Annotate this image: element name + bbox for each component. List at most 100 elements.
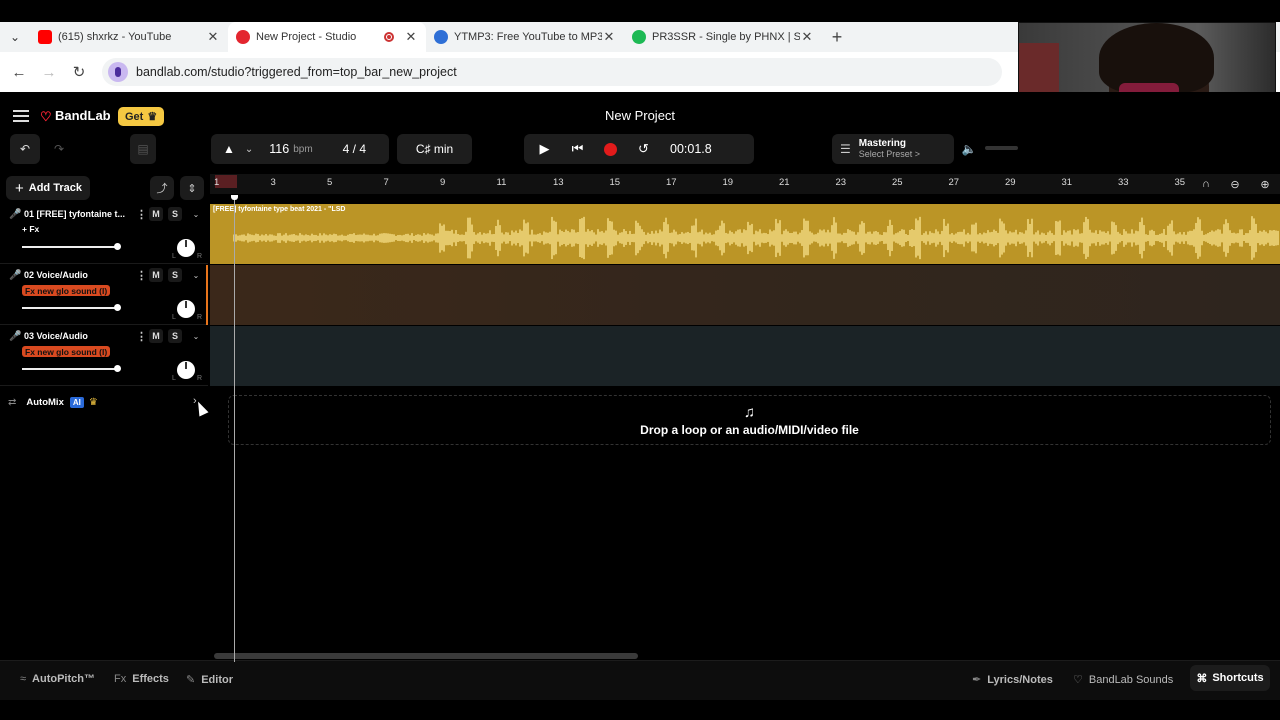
drop-zone[interactable]: ♫ Drop a loop or an audio/MIDI/video fil…	[228, 395, 1271, 445]
close-icon[interactable]: ✕	[206, 29, 220, 45]
track-options-icon[interactable]: ⋮	[136, 269, 147, 282]
ruler-tick-label: 9	[440, 177, 446, 188]
bandlab-logo[interactable]: ♡ BandLab	[40, 108, 111, 124]
zoom-in-icon[interactable]: ⊕	[1255, 174, 1275, 194]
new-tab-button[interactable]: +	[822, 22, 852, 52]
volume-icon[interactable]: 🔈	[960, 134, 978, 164]
track-header[interactable]: 🎤 03 Voice/Audio ⋮ M S ⌄ Fx new glo soun…	[0, 326, 208, 386]
pan-left-label: L	[172, 375, 176, 382]
add-music-icon: ♫	[743, 403, 756, 421]
chevron-down-icon[interactable]: ⌄	[189, 207, 203, 221]
chevron-down-icon[interactable]: ⌄	[245, 144, 253, 155]
track-header[interactable]: 🎤 02 Voice/Audio ⋮ M S ⌄ Fx new glo soun…	[0, 265, 208, 325]
time-display: 00:01.8	[670, 142, 712, 156]
fx-preset-badge[interactable]: Fx new glo sound (I)	[22, 285, 111, 296]
timeline-ruler[interactable]: 1 3 5 7 9 11 13 15 17 19 21 23 25 27 29 31 33 35 ∩ ⊖ ⊕	[210, 174, 1280, 194]
mic-permission-icon[interactable]	[108, 62, 128, 82]
mute-button[interactable]: M	[149, 329, 163, 343]
tab-spotify[interactable]: PR3SSR - Single by PHNX | Spo ✕	[624, 22, 822, 52]
loop-button[interactable]: ↺	[627, 134, 660, 164]
track-name[interactable]: 02 Voice/Audio	[24, 270, 132, 280]
solo-button[interactable]: S	[168, 207, 182, 221]
selected-track-indicator	[206, 265, 208, 325]
automation-icon[interactable]: ⤴	[150, 176, 174, 200]
mastering-preset: Select Preset >	[858, 149, 921, 159]
editor-label: Editor	[201, 673, 233, 686]
playhead[interactable]	[234, 196, 235, 662]
reload-button[interactable]: ↻	[64, 63, 94, 81]
chevron-down-icon[interactable]: ⌄	[189, 268, 203, 282]
pan-knob[interactable]	[177, 300, 195, 318]
ruler-tick-label: 25	[892, 177, 903, 188]
zoom-out-icon[interactable]: ⊖	[1225, 174, 1245, 194]
get-membership-button[interactable]: Get ♛	[118, 107, 165, 126]
add-track-button[interactable]: + Add Track	[6, 176, 90, 200]
volume-slider[interactable]	[22, 243, 121, 250]
address-bar[interactable]: bandlab.com/studio?triggered_from=top_ba…	[102, 58, 1002, 86]
redo-button[interactable]: ↷	[44, 134, 74, 164]
volume-slider[interactable]	[22, 304, 121, 311]
ruler-tick-label: 3	[270, 177, 276, 188]
track-02: 🎤 02 Voice/Audio ⋮ M S ⌄ Fx new glo soun…	[0, 265, 1280, 325]
tab-bandlab-studio[interactable]: New Project - Studio ✕	[228, 22, 426, 52]
track-header[interactable]: 🎤 01 [FREE] tyfontaine t... ⋮ M S ⌄ + Fx…	[0, 204, 208, 264]
close-icon[interactable]: ✕	[602, 29, 616, 45]
key-selector[interactable]: C♯ min	[397, 134, 472, 164]
ruler-tick-label: 23	[835, 177, 847, 188]
mute-button[interactable]: M	[149, 207, 163, 221]
horizontal-scrollbar[interactable]	[214, 653, 638, 659]
solo-button[interactable]: S	[168, 329, 182, 343]
metronome-icon[interactable]: ▲	[223, 142, 235, 156]
track-03: 🎤 03 Voice/Audio ⋮ M S ⌄ Fx new glo soun…	[0, 326, 1280, 386]
solo-button[interactable]: S	[168, 268, 182, 282]
tab-title: YTMP3: Free YouTube to MP3 C	[454, 31, 602, 43]
bpm-value[interactable]: 116	[269, 142, 289, 156]
volume-slider[interactable]	[22, 365, 121, 372]
track-lane[interactable]	[210, 265, 1280, 325]
skip-back-button[interactable]: ⏮	[561, 134, 594, 164]
pan-knob[interactable]	[177, 361, 195, 379]
snap-magnet-icon[interactable]: ∩	[1196, 174, 1216, 194]
editor-button[interactable]: ✎ Editor	[186, 673, 233, 687]
menu-icon[interactable]	[13, 110, 29, 122]
add-fx-button[interactable]: + Fx	[22, 224, 39, 234]
track-name[interactable]: 03 Voice/Audio	[24, 331, 132, 341]
close-icon[interactable]: ✕	[800, 29, 814, 45]
track-name[interactable]: 01 [FREE] tyfontaine t...	[24, 209, 132, 219]
brand-name: BandLab	[55, 108, 111, 123]
ruler-tick-label: 7	[383, 177, 389, 188]
mastering-button[interactable]: ☰ Mastering Select Preset >	[832, 134, 954, 164]
tab-youtube[interactable]: (615) shxrkz - YouTube ✕	[30, 22, 228, 52]
master-volume-slider[interactable]	[985, 146, 1018, 150]
keyboard-icon[interactable]: ▤	[130, 134, 156, 164]
time-signature[interactable]: 4 / 4	[343, 142, 366, 156]
audio-waveform[interactable]	[210, 204, 1280, 264]
track-options-icon[interactable]: ⋮	[136, 330, 147, 343]
fx-preset-badge[interactable]: Fx new glo sound (I)	[22, 346, 111, 357]
track-lane[interactable]	[210, 326, 1280, 386]
chevron-down-icon[interactable]: ⌄	[189, 329, 203, 343]
automix-row[interactable]: ⇄ AutoMix AI ♛ ›	[0, 390, 210, 414]
back-button[interactable]: ←	[4, 64, 34, 81]
close-icon[interactable]: ✕	[404, 29, 418, 45]
track-lane[interactable]: [FREE] tyfontaine type beat 2021 - "LSD	[210, 204, 1280, 264]
project-title[interactable]: New Project	[540, 108, 740, 123]
mute-button[interactable]: M	[149, 268, 163, 282]
lyrics-notes-button[interactable]: ✒ Lyrics/Notes	[972, 673, 1053, 687]
record-button[interactable]	[594, 134, 627, 164]
pan-knob[interactable]	[177, 239, 195, 257]
forward-button[interactable]: →	[34, 64, 64, 81]
undo-button[interactable]: ↶	[10, 134, 40, 164]
shortcuts-button[interactable]: ⌘ Shortcuts	[1190, 665, 1270, 691]
playhead-handle[interactable]	[231, 195, 238, 200]
fit-tracks-icon[interactable]: ⇕	[180, 176, 204, 200]
effects-button[interactable]: Fx Effects	[114, 673, 169, 685]
play-button[interactable]: ▶	[528, 134, 561, 164]
track-options-icon[interactable]: ⋮	[136, 208, 147, 221]
tab-ytmp3[interactable]: YTMP3: Free YouTube to MP3 C ✕	[426, 22, 624, 52]
autopitch-button[interactable]: ≈ AutoPitch™	[20, 673, 95, 685]
tab-search-chevron-icon[interactable]: ⌄	[0, 22, 30, 52]
bandlab-sounds-button[interactable]: ♡ BandLab Sounds	[1073, 673, 1173, 687]
url-text: bandlab.com/studio?triggered_from=top_ba…	[136, 65, 457, 79]
crown-icon: ♛	[147, 111, 158, 123]
